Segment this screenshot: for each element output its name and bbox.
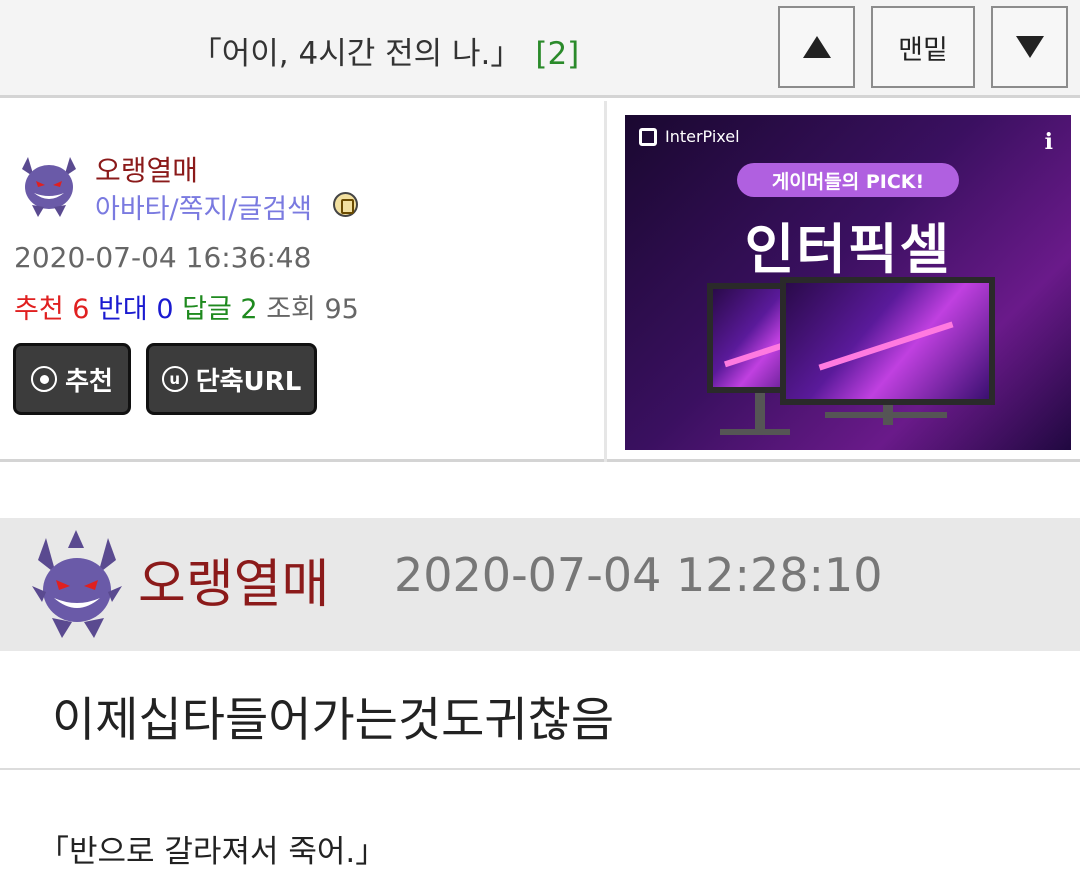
post-title-text: 「어이, 4시간 전의 나.」 (190, 36, 522, 72)
ad-headline: 인터픽셀 (744, 218, 952, 281)
comment-body: 이제십타들어가는것도귀찮음 (52, 693, 615, 748)
badge-icon (333, 192, 358, 217)
shorturl-button[interactable]: u 단축URL (146, 343, 317, 415)
post-title: 「어이, 4시간 전의 나.」 [2] (0, 28, 770, 73)
ad-info-icon[interactable]: i (1045, 129, 1053, 155)
down-arrow-icon (1015, 36, 1044, 58)
shorturl-button-label: 단축URL (195, 366, 302, 397)
reply-label: 답글 (182, 294, 232, 325)
ad-monitor-right-base (825, 412, 947, 418)
reply-count: 2 (240, 294, 258, 325)
scroll-up-button[interactable] (778, 6, 855, 88)
ad-banner[interactable]: InterPixel i 게이머들의 PICK! 인터픽셀 (625, 115, 1071, 450)
avatar-gengar-icon[interactable] (28, 530, 126, 638)
comment-author-name[interactable]: 오랭열매 (138, 542, 329, 617)
oppose-count: 0 (156, 294, 174, 325)
up-arrow-icon (802, 36, 831, 58)
recommend-circle-icon (31, 366, 58, 392)
info-divider (604, 101, 607, 462)
go-bottom-button[interactable]: 맨밑 (871, 6, 975, 88)
post-stats: 추천 6 반대 0 답글 2 조회 95 (14, 287, 359, 326)
recommend-count: 6 (72, 294, 90, 325)
view-label: 조회 (266, 294, 316, 325)
ad-brand-text: InterPixel (665, 127, 740, 146)
view-count: 95 (324, 294, 359, 325)
recommend-button[interactable]: 추천 (13, 343, 131, 415)
next-post-title[interactable]: 「반으로 갈라져서 죽어.」 (38, 826, 386, 871)
top-title-bar: 「어이, 4시간 전의 나.」 [2] 맨밑 (0, 0, 1080, 98)
recommend-label: 추천 (14, 294, 64, 325)
oppose-label: 반대 (98, 294, 148, 325)
scroll-down-button[interactable] (991, 6, 1068, 88)
ad-monitor-right (780, 277, 995, 405)
author-links[interactable]: 아바타/쪽지/글검색 (95, 187, 312, 226)
interpixel-logo-icon (639, 127, 657, 146)
avatar-gengar-icon[interactable] (14, 147, 84, 217)
ad-pill: 게이머들의 PICK! (737, 163, 959, 197)
ad-monitor-left-stand (755, 393, 765, 433)
ad-monitor-left-base (720, 429, 790, 435)
recommend-button-label: 추천 (65, 366, 113, 397)
ad-brand: InterPixel (639, 127, 740, 146)
comment-date: 2020-07-04 12:28:10 (394, 548, 883, 602)
comment-count[interactable]: [2] (535, 36, 579, 72)
url-circle-icon: u (161, 366, 188, 392)
comment-header: 오랭열매 2020-07-04 12:28:10 (0, 518, 1080, 651)
post-author-name[interactable]: 오랭열매 (95, 149, 198, 189)
comment-separator (0, 768, 1080, 770)
post-info-section: 오랭열매 아바타/쪽지/글검색 2020-07-04 16:36:48 추천 6… (0, 101, 1080, 462)
post-date: 2020-07-04 16:36:48 (14, 241, 312, 274)
